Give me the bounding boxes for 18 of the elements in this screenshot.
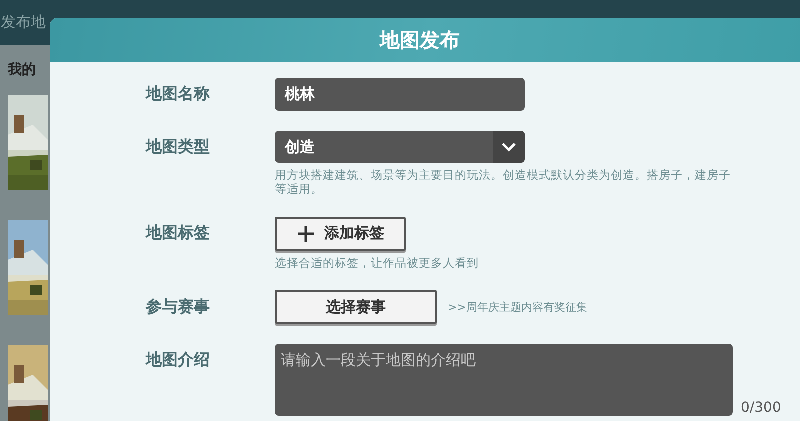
section-title: 我的 (8, 61, 37, 79)
field-label: 地图类型 (146, 136, 211, 158)
field-label: 地图名称 (146, 84, 211, 105)
field-label: 地图标签 (146, 223, 211, 244)
name-input[interactable]: 桃林 (275, 78, 525, 111)
type-dropdown[interactable]: 创造 (275, 131, 525, 163)
select-button[interactable]: 选择赛事 (275, 290, 437, 324)
plus-icon (296, 224, 314, 243)
chevron-icon (493, 131, 525, 163)
page-title: 发布地 (0, 13, 46, 32)
field-label: 地图介绍 (146, 350, 211, 372)
dialog-title: 地图发布 (380, 26, 460, 54)
hint-text: 用方块搭建建筑、场景等为主要目的玩法。创造模式默认分类为创造。搭房子，建房子等适用。 (275, 168, 732, 197)
field-label: 参与赛事 (146, 296, 211, 318)
intro-textarea[interactable]: 请输入一段关于地图的介绍吧 (275, 344, 733, 416)
select-button[interactable]: 添加标签 (275, 216, 406, 251)
char-counter: 0/300 (741, 400, 782, 416)
hint-text: 选择合适的标签，让作品被更多人看到 (275, 256, 480, 270)
